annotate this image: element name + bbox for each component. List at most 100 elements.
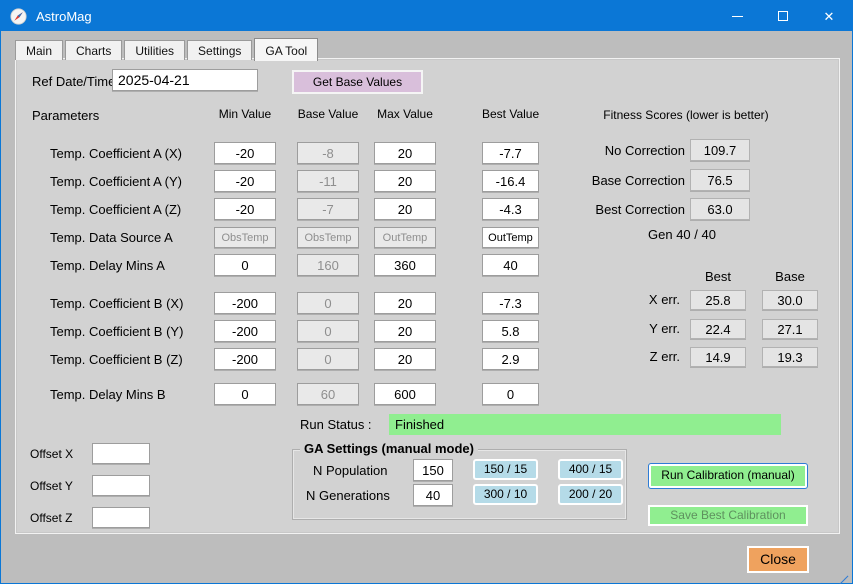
parameter-label: Temp. Coefficient A (Y) bbox=[50, 174, 182, 189]
base-value-field bbox=[297, 292, 359, 314]
best-correction-score: 63.0 bbox=[690, 198, 750, 220]
offset-y-label: Offset Y bbox=[30, 479, 73, 493]
min-value-input[interactable] bbox=[214, 198, 276, 220]
min-value-input[interactable] bbox=[214, 292, 276, 314]
offset-y-input[interactable] bbox=[92, 475, 150, 496]
base-value-field bbox=[297, 142, 359, 164]
max-value-input[interactable] bbox=[374, 142, 436, 164]
best-value-field[interactable] bbox=[482, 320, 539, 342]
no-correction-label: No Correction bbox=[536, 143, 685, 158]
min-value-input[interactable] bbox=[214, 320, 276, 342]
y-err-label: Y err. bbox=[600, 321, 680, 336]
parameter-label: Temp. Coefficient A (X) bbox=[50, 146, 182, 161]
best-value-field[interactable] bbox=[482, 198, 539, 220]
maximize-button[interactable] bbox=[760, 1, 806, 31]
base-value-header: Base Value bbox=[297, 107, 359, 121]
max-value-input[interactable] bbox=[374, 383, 436, 405]
max-value-input[interactable] bbox=[374, 348, 436, 370]
z-err-base-value: 19.3 bbox=[762, 347, 818, 367]
min-value-input[interactable] bbox=[214, 348, 276, 370]
y-err-base-value: 27.1 bbox=[762, 319, 818, 339]
best-value-field[interactable] bbox=[482, 254, 539, 276]
max-value-input[interactable] bbox=[374, 198, 436, 220]
n-generations-input[interactable] bbox=[413, 484, 453, 506]
base-value-field bbox=[297, 227, 359, 248]
ref-datetime-label: Ref Date/Time bbox=[32, 74, 115, 89]
parameter-label: Temp. Delay Mins B bbox=[50, 387, 166, 402]
base-correction-label: Base Correction bbox=[536, 173, 685, 188]
close-window-button[interactable]: ✕ bbox=[806, 1, 852, 31]
min-value-input bbox=[214, 227, 276, 248]
save-best-calibration-button[interactable]: Save Best Calibration bbox=[648, 505, 808, 526]
max-value-input bbox=[374, 227, 436, 248]
x-err-base-value: 30.0 bbox=[762, 290, 818, 310]
tab-ga-tool[interactable]: GA Tool bbox=[254, 38, 318, 61]
compass-app-icon bbox=[10, 8, 27, 25]
parameter-label: Temp. Data Source A bbox=[50, 230, 173, 245]
min-value-input[interactable] bbox=[214, 142, 276, 164]
y-err-best-value: 22.4 bbox=[690, 319, 746, 339]
no-correction-score: 109.7 bbox=[690, 139, 750, 161]
ref-datetime-input[interactable] bbox=[112, 69, 258, 91]
parameter-label: Temp. Coefficient B (Y) bbox=[50, 324, 183, 339]
best-value-field[interactable] bbox=[482, 383, 539, 405]
maximize-icon bbox=[778, 11, 788, 21]
minimize-icon bbox=[732, 16, 743, 17]
max-value-input[interactable] bbox=[374, 292, 436, 314]
offset-x-input[interactable] bbox=[92, 443, 150, 464]
base-value-field bbox=[297, 348, 359, 370]
preset-200-20-button[interactable]: 200 / 20 bbox=[558, 484, 623, 505]
tab-strip: Main Charts Utilities Settings GA Tool bbox=[15, 38, 320, 60]
parameter-label: Temp. Coefficient B (Z) bbox=[50, 352, 183, 367]
best-value-field[interactable] bbox=[482, 170, 539, 192]
get-base-values-button[interactable]: Get Base Values bbox=[292, 70, 423, 94]
x-err-best-value: 25.8 bbox=[690, 290, 746, 310]
z-err-label: Z err. bbox=[600, 349, 680, 364]
max-value-input[interactable] bbox=[374, 320, 436, 342]
preset-400-15-button[interactable]: 400 / 15 bbox=[558, 459, 623, 480]
fitness-scores-heading: Fitness Scores (lower is better) bbox=[536, 108, 836, 122]
run-calibration-button[interactable]: Run Calibration (manual) bbox=[648, 463, 808, 489]
base-correction-score: 76.5 bbox=[690, 169, 750, 191]
min-value-input[interactable] bbox=[214, 254, 276, 276]
best-value-header: Best Value bbox=[482, 107, 539, 121]
tab-main[interactable]: Main bbox=[15, 40, 63, 60]
min-value-header: Min Value bbox=[214, 107, 276, 121]
parameter-label: Temp. Coefficient A (Z) bbox=[50, 202, 181, 217]
max-value-header: Max Value bbox=[374, 107, 436, 121]
base-value-field bbox=[297, 383, 359, 405]
close-button[interactable]: Close bbox=[747, 546, 809, 573]
tab-utilities[interactable]: Utilities bbox=[124, 40, 185, 60]
min-value-input[interactable] bbox=[214, 170, 276, 192]
preset-300-10-button[interactable]: 300 / 10 bbox=[473, 484, 538, 505]
generation-counter: Gen 40 / 40 bbox=[622, 227, 742, 242]
tab-settings[interactable]: Settings bbox=[187, 40, 252, 60]
base-value-field bbox=[297, 254, 359, 276]
preset-150-15-button[interactable]: 150 / 15 bbox=[473, 459, 538, 480]
ga-tool-tab-page: Ref Date/Time Get Base Values Parameters… bbox=[15, 58, 840, 534]
z-err-best-value: 14.9 bbox=[690, 347, 746, 367]
app-window: AstroMag ✕ Main Charts Utilities Setting… bbox=[0, 0, 853, 584]
best-value-field[interactable] bbox=[482, 227, 539, 248]
run-status-label: Run Status : bbox=[300, 417, 372, 432]
max-value-input[interactable] bbox=[374, 170, 436, 192]
offset-z-label: Offset Z bbox=[30, 511, 72, 525]
best-value-field[interactable] bbox=[482, 348, 539, 370]
min-value-input[interactable] bbox=[214, 383, 276, 405]
resize-grip[interactable] bbox=[839, 576, 849, 584]
best-value-field[interactable] bbox=[482, 292, 539, 314]
tab-charts[interactable]: Charts bbox=[65, 40, 122, 60]
n-generations-label: N Generations bbox=[306, 488, 390, 503]
best-value-field[interactable] bbox=[482, 142, 539, 164]
close-icon: ✕ bbox=[824, 10, 835, 23]
base-value-field bbox=[297, 170, 359, 192]
run-status-value: Finished bbox=[389, 414, 781, 435]
err-best-header: Best bbox=[690, 269, 746, 284]
offset-z-input[interactable] bbox=[92, 507, 150, 528]
max-value-input[interactable] bbox=[374, 254, 436, 276]
window-title: AstroMag bbox=[36, 9, 92, 24]
minimize-button[interactable] bbox=[714, 1, 760, 31]
base-value-field bbox=[297, 320, 359, 342]
ga-settings-title: GA Settings (manual mode) bbox=[300, 441, 478, 456]
n-population-input[interactable] bbox=[413, 459, 453, 481]
